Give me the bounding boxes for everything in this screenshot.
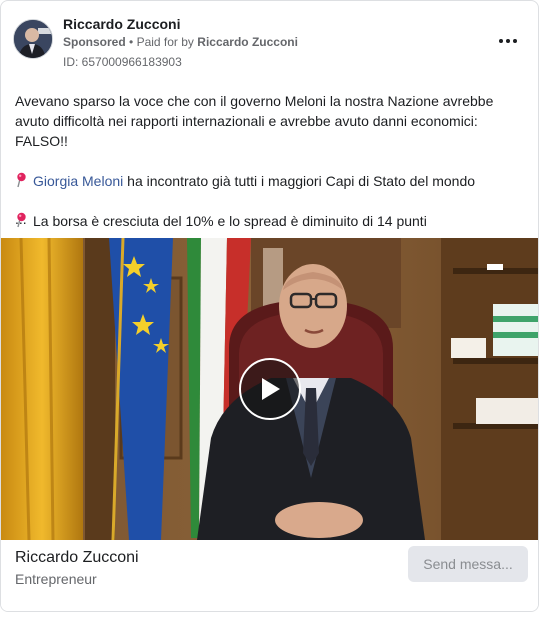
see-more-ellipsis[interactable]: ... — [15, 211, 27, 227]
paragraph-2-text: ha incontrato già tutti i maggiori Capi … — [123, 173, 476, 189]
ad-card: Riccardo Zucconi Sponsored • Paid for by… — [0, 0, 539, 612]
play-icon — [262, 378, 280, 400]
footer-subtitle: Entrepreneur — [15, 571, 97, 587]
separator-dot: • — [129, 35, 134, 49]
paragraph-2: Giorgia Meloni ha incontrato già tutti i… — [15, 171, 525, 191]
more-options-icon[interactable] — [494, 31, 522, 51]
post-header: Riccardo Zucconi Sponsored • Paid for by… — [13, 13, 526, 69]
paragraph-3-text: La borsa è cresciuta del 10% e lo spread… — [33, 213, 427, 229]
paid-for-prefix: Paid for by — [136, 35, 194, 49]
paragraph-1: Avevano sparso la voce che con il govern… — [15, 93, 494, 149]
ad-footer: Riccardo Zucconi Entrepreneur Send messa… — [1, 540, 538, 611]
ad-id: ID: 657000966183903 — [63, 55, 182, 69]
sponsored-line: Sponsored • Paid for by Riccardo Zucconi — [63, 35, 298, 49]
author-name[interactable]: Riccardo Zucconi — [63, 16, 180, 32]
paid-for-name: Riccardo Zucconi — [197, 35, 298, 49]
paragraph-3: La borsa è cresciuta del 10% e lo spread… — [15, 211, 525, 231]
mention-giorgia-meloni[interactable]: Giorgia Meloni — [33, 173, 123, 189]
footer-advertiser-name[interactable]: Riccardo Zucconi — [15, 549, 139, 567]
sponsored-label: Sponsored — [63, 35, 126, 49]
post-body: Avevano sparso la voce che con il govern… — [15, 91, 525, 231]
play-button[interactable] — [239, 358, 301, 420]
round-pushpin-icon — [17, 172, 26, 188]
send-message-button[interactable]: Send messa... — [408, 546, 528, 582]
avatar[interactable] — [13, 19, 53, 59]
